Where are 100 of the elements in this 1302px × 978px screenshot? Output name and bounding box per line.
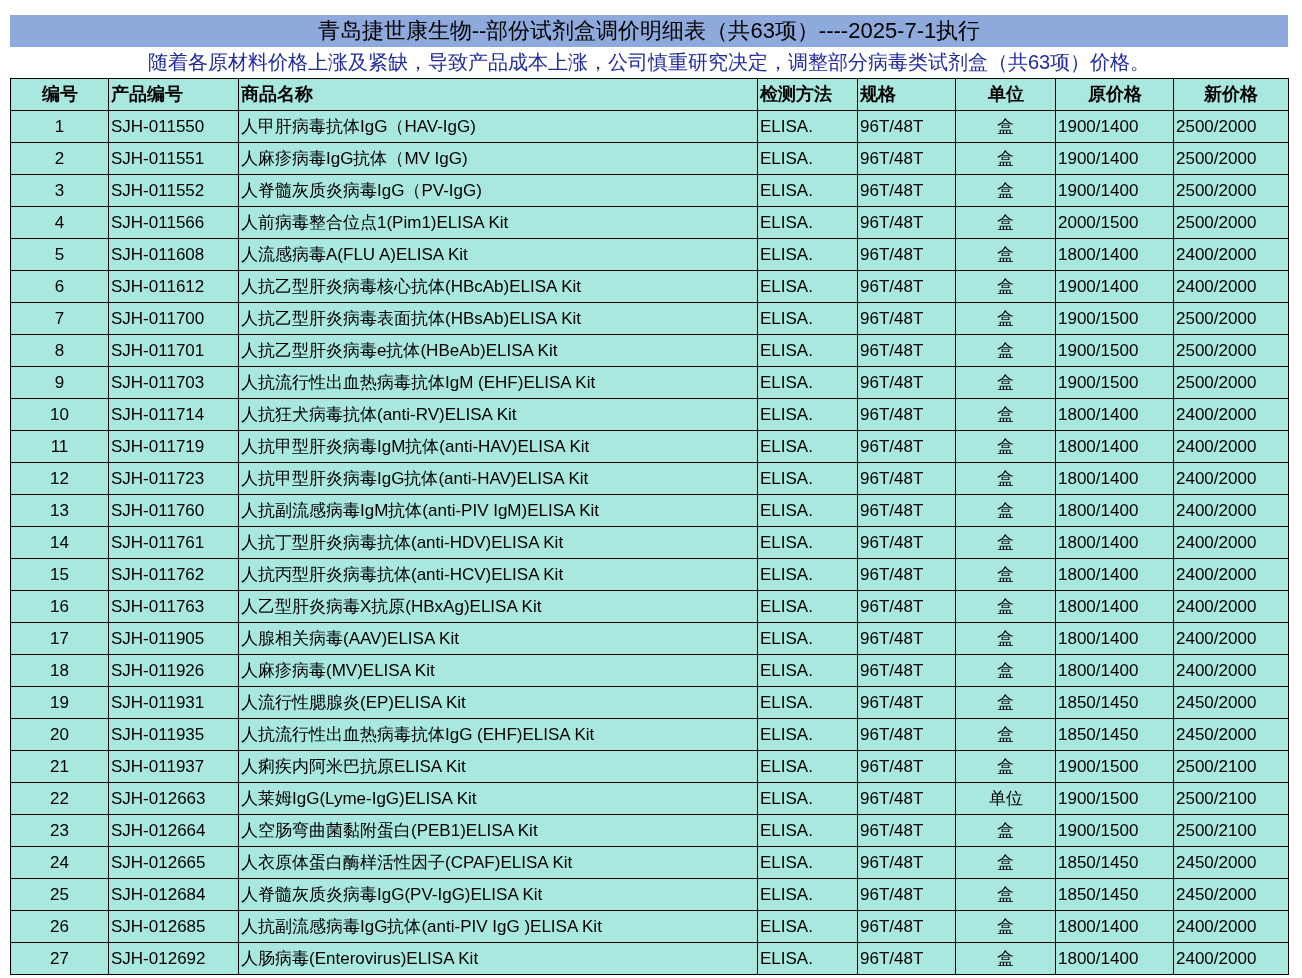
table-cell: 盒 xyxy=(955,206,1056,239)
table-cell: 盒 xyxy=(955,526,1056,559)
table-cell: SJH-011723 xyxy=(108,462,239,495)
table-cell: SJH-012685 xyxy=(108,910,239,943)
table-cell: ELISA. xyxy=(757,558,858,591)
table-cell: 1900/1500 xyxy=(1055,814,1174,847)
table-cell: 1900/1400 xyxy=(1055,142,1174,175)
table-cell: ELISA. xyxy=(757,270,858,303)
table-cell: 盒 xyxy=(955,238,1056,271)
table-cell: 96T/48T xyxy=(857,238,956,271)
table-cell: 盒 xyxy=(955,718,1056,751)
table-cell: 人脊髓灰质炎病毒IgG(PV-IgG)ELISA Kit xyxy=(238,878,758,911)
table-cell: 2500/2000 xyxy=(1173,142,1289,175)
table-cell: SJH-011762 xyxy=(108,558,239,591)
table-cell: 13 xyxy=(10,494,109,527)
table-cell: 人抗流行性出血热病毒抗体IgG (EHF)ELISA Kit xyxy=(238,718,758,751)
table-cell: ELISA. xyxy=(757,526,858,559)
table-cell: ELISA. xyxy=(757,366,858,399)
table-cell: 11 xyxy=(10,430,109,463)
table-cell: 1850/1450 xyxy=(1055,686,1174,719)
table-cell: 96T/48T xyxy=(857,398,956,431)
table-cell: 人抗乙型肝炎病毒e抗体(HBeAb)ELISA Kit xyxy=(238,334,758,367)
table-cell: 盒 xyxy=(955,750,1056,783)
table-cell: 25 xyxy=(10,878,109,911)
table-cell: 人抗副流感病毒IgG抗体(anti-PIV IgG )ELISA Kit xyxy=(238,910,758,943)
table-cell: 96T/48T xyxy=(857,462,956,495)
table-cell: SJH-011612 xyxy=(108,270,239,303)
table-cell: SJH-012665 xyxy=(108,846,239,879)
column-header: 商品名称 xyxy=(238,78,758,111)
table-cell: 26 xyxy=(10,910,109,943)
table-cell: 1800/1400 xyxy=(1055,910,1174,943)
column-header: 新价格 xyxy=(1173,78,1289,111)
table-cell: 人流感病毒A(FLU A)ELISA Kit xyxy=(238,238,758,271)
table-cell: 盒 xyxy=(955,430,1056,463)
table-cell: 96T/48T xyxy=(857,846,956,879)
table-cell: 2400/2000 xyxy=(1173,398,1289,431)
table-cell: ELISA. xyxy=(757,302,858,335)
table-cell: 96T/48T xyxy=(857,174,956,207)
table-cell: ELISA. xyxy=(757,142,858,175)
table-cell: SJH-011760 xyxy=(108,494,239,527)
table-cell: 1900/1500 xyxy=(1055,302,1174,335)
table-cell: ELISA. xyxy=(757,942,858,975)
table-cell: 1900/1500 xyxy=(1055,366,1174,399)
table-cell: 1900/1500 xyxy=(1055,750,1174,783)
table-cell: 1800/1400 xyxy=(1055,238,1174,271)
table-cell: SJH-011937 xyxy=(108,750,239,783)
table-cell: 96T/48T xyxy=(857,686,956,719)
table-cell: SJH-012664 xyxy=(108,814,239,847)
table-cell: 盒 xyxy=(955,590,1056,623)
table-cell: 2400/2000 xyxy=(1173,270,1289,303)
table-cell: 96T/48T xyxy=(857,782,956,815)
table-cell: 盒 xyxy=(955,462,1056,495)
table-cell: 2500/2100 xyxy=(1173,814,1289,847)
table-cell: SJH-011719 xyxy=(108,430,239,463)
table-cell: 盒 xyxy=(955,942,1056,975)
table-cell: 96T/48T xyxy=(857,526,956,559)
table-cell: 96T/48T xyxy=(857,430,956,463)
table-cell: 96T/48T xyxy=(857,206,956,239)
table-cell: SJH-011701 xyxy=(108,334,239,367)
table-cell: 2400/2000 xyxy=(1173,558,1289,591)
table-cell: 盒 xyxy=(955,654,1056,687)
table-cell: 96T/48T xyxy=(857,654,956,687)
table-cell: 1800/1400 xyxy=(1055,654,1174,687)
table-cell: 96T/48T xyxy=(857,270,956,303)
table-cell: 人麻疹病毒(MV)ELISA Kit xyxy=(238,654,758,687)
table-cell: 96T/48T xyxy=(857,558,956,591)
table-cell: 1900/1400 xyxy=(1055,110,1174,143)
column-header: 规格 xyxy=(857,78,956,111)
table-cell: 盒 xyxy=(955,878,1056,911)
table-cell: SJH-011566 xyxy=(108,206,239,239)
table-cell: 2400/2000 xyxy=(1173,942,1289,975)
table-cell: SJH-011551 xyxy=(108,142,239,175)
table-cell: 3 xyxy=(10,174,109,207)
table-cell: ELISA. xyxy=(757,462,858,495)
table-cell: 19 xyxy=(10,686,109,719)
table-cell: 6 xyxy=(10,270,109,303)
table-cell: 2400/2000 xyxy=(1173,590,1289,623)
table-cell: 18 xyxy=(10,654,109,687)
table-cell: 人脊髓灰质炎病毒IgG（PV-IgG) xyxy=(238,174,758,207)
table-cell: 盒 xyxy=(955,174,1056,207)
table-cell: 人抗流行性出血热病毒抗体IgM (EHF)ELISA Kit xyxy=(238,366,758,399)
table-cell: 24 xyxy=(10,846,109,879)
table-cell: 盒 xyxy=(955,270,1056,303)
table-cell: 96T/48T xyxy=(857,334,956,367)
table-cell: ELISA. xyxy=(757,846,858,879)
table-cell: 15 xyxy=(10,558,109,591)
table-cell: 1850/1450 xyxy=(1055,878,1174,911)
table-cell: 1800/1400 xyxy=(1055,526,1174,559)
table-cell: 盒 xyxy=(955,622,1056,655)
table-cell: 2 xyxy=(10,142,109,175)
table-cell: ELISA. xyxy=(757,590,858,623)
table-cell: 人空肠弯曲菌黏附蛋白(PEB1)ELISA Kit xyxy=(238,814,758,847)
table-cell: SJH-012692 xyxy=(108,942,239,975)
table-cell: ELISA. xyxy=(757,814,858,847)
table-cell: 2000/1500 xyxy=(1055,206,1174,239)
table-cell: SJH-011905 xyxy=(108,622,239,655)
table-cell: 人腺相关病毒(AAV)ELISA Kit xyxy=(238,622,758,655)
table-cell: 22 xyxy=(10,782,109,815)
table-cell: 盒 xyxy=(955,110,1056,143)
table-cell: 23 xyxy=(10,814,109,847)
